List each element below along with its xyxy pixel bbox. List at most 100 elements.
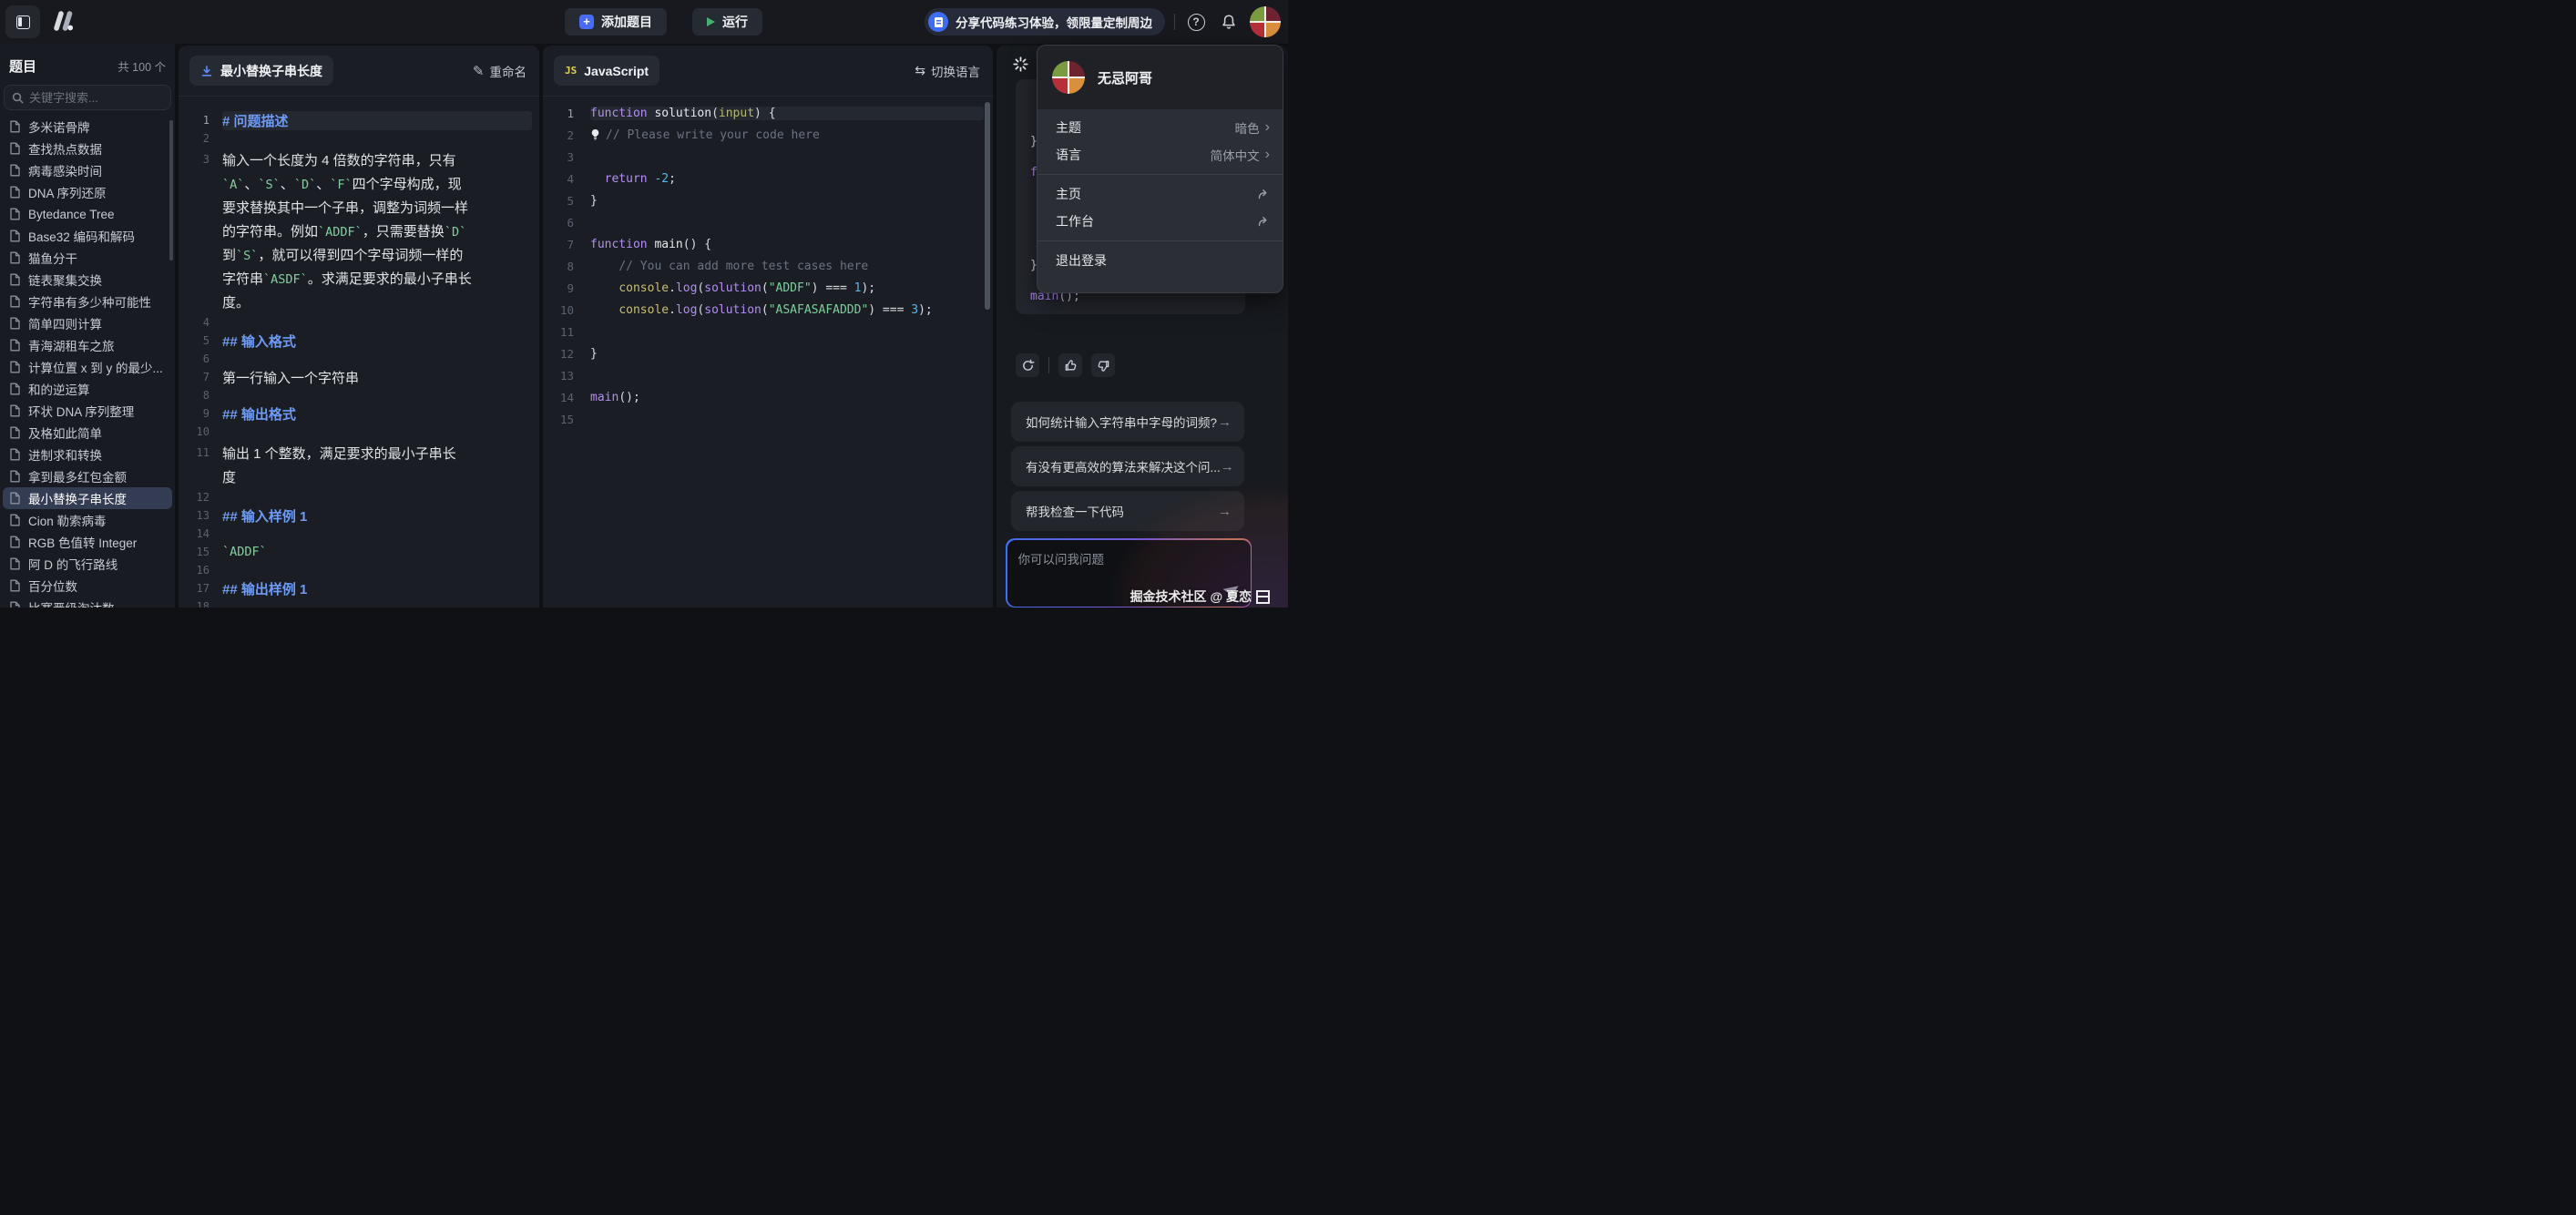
markdown-row: 4: [179, 313, 539, 332]
regenerate-button[interactable]: [1016, 353, 1039, 377]
code-row: 12}: [543, 342, 993, 364]
line-number: 7: [179, 371, 222, 383]
markdown-segment: 。求满足要求的最小子串长: [308, 271, 472, 287]
suggestion-chip-label: 有没有更高效的算法来解决这个问...: [1026, 457, 1221, 475]
run-button[interactable]: 运行: [692, 8, 762, 36]
dropdown-link-workbench[interactable]: 工作台: [1038, 208, 1283, 235]
suggestion-chip[interactable]: 有没有更高效的算法来解决这个问...→: [1011, 446, 1244, 486]
sidebar-item[interactable]: 环状 DNA 序列整理: [0, 400, 175, 422]
promo-banner[interactable]: 分享代码练习体验，领限量定制周边: [925, 8, 1165, 36]
markdown-segment: 、: [316, 177, 330, 192]
suggestion-chip[interactable]: 帮我检查一下代码→: [1011, 491, 1244, 531]
dropdown-link-home[interactable]: 主页: [1038, 180, 1283, 208]
sidebar-item[interactable]: Base32 编码和解码: [0, 225, 175, 247]
line-number: 8: [179, 389, 222, 402]
markdown-row: 16: [179, 561, 539, 579]
code-segment: [590, 260, 618, 273]
plus-icon: +: [579, 15, 594, 29]
sidebar-item-label: Bytedance Tree: [28, 208, 115, 221]
code-segment: "ASAFASAFADDD": [769, 303, 869, 317]
file-icon: [9, 339, 21, 352]
swap-arrows-icon: ⇆: [915, 63, 925, 78]
sidebar-item-label: 简单四则计算: [28, 314, 102, 332]
sidebar-item[interactable]: Cion 勒索病毒: [0, 509, 175, 531]
thumbs-up-icon: [1064, 359, 1078, 373]
sidebar-scrollbar[interactable]: [169, 120, 173, 260]
sidebar-item[interactable]: 青海湖租车之旅: [0, 334, 175, 356]
sidebar-item-label: 字符串有多少种可能性: [28, 292, 151, 311]
editor-scrollbar[interactable]: [985, 102, 990, 310]
sidebar-item[interactable]: 链表聚集交换: [0, 269, 175, 291]
line-number: 5: [543, 194, 590, 208]
sidebar-item[interactable]: 简单四则计算: [0, 312, 175, 334]
code-row: 13: [543, 364, 993, 386]
suggestion-chip-label: 如何统计输入字符串中字母的词频?: [1026, 413, 1217, 431]
bell-icon: [1220, 13, 1238, 31]
markdown-segment: `F`: [330, 178, 352, 192]
markdown-segment: ，只需要替换: [363, 224, 445, 240]
sidebar-item[interactable]: 阿 D 的飞行路线: [0, 553, 175, 575]
code-segment: console: [618, 281, 669, 295]
code-row: 2// Please write your code here: [543, 124, 993, 146]
line-number: 4: [543, 172, 590, 186]
sidebar-item[interactable]: Bytedance Tree: [0, 203, 175, 225]
notifications-button[interactable]: [1217, 10, 1241, 34]
problem-markdown-editor[interactable]: 1# 问题描述23输入一个长度为 4 倍数的字符串，只有`A`、`S`、`D`、…: [179, 97, 539, 608]
dropdown-setting-label: 语言: [1056, 146, 1081, 164]
help-button[interactable]: ?: [1184, 10, 1208, 34]
sidebar-item[interactable]: 字符串有多少种可能性: [0, 291, 175, 312]
sidebar-item[interactable]: 拿到最多红包金额: [0, 465, 175, 487]
arrow-right-icon: →: [1218, 414, 1232, 430]
language-tab[interactable]: JS JavaScript: [554, 56, 659, 86]
code-row: 6: [543, 211, 993, 233]
sidebar-item[interactable]: 及格如此简单: [0, 422, 175, 444]
dropdown-logout[interactable]: 退出登录: [1038, 247, 1283, 274]
sidebar-item[interactable]: 查找热点数据: [0, 138, 175, 159]
markdown-segment: 字符串: [222, 271, 263, 287]
sidebar-item[interactable]: RGB 色值转 Integer: [0, 531, 175, 553]
sidebar-item-selected[interactable]: 最小替换子串长度: [3, 487, 172, 509]
code-segment: function: [590, 107, 654, 120]
sidebar-toggle-button[interactable]: [5, 5, 40, 38]
markdown-segment: ## 输出样例 1: [222, 582, 307, 597]
thumbs-up-button[interactable]: [1058, 353, 1082, 377]
sidebar-item[interactable]: 病毒感染时间: [0, 159, 175, 181]
code-line: }: [590, 194, 984, 208]
sidebar-item[interactable]: 比赛晋级淘汰数: [0, 597, 175, 608]
sidebar-item-label: 及格如此简单: [28, 424, 102, 442]
dropdown-setting-language[interactable]: 语言简体中文›: [1038, 141, 1283, 168]
code-segment: console: [618, 303, 669, 317]
switch-language-button[interactable]: ⇆ 切换语言: [915, 62, 980, 80]
dropdown-setting-theme[interactable]: 主题暗色›: [1038, 114, 1283, 141]
sidebar-item[interactable]: 多米诺骨牌: [0, 116, 175, 138]
sidebar-item[interactable]: 计算位置 x 到 y 的最少...: [0, 356, 175, 378]
sidebar-item[interactable]: 猫鱼分干: [0, 247, 175, 269]
thumbs-down-button[interactable]: [1091, 353, 1115, 377]
user-avatar[interactable]: [1250, 6, 1281, 37]
sidebar-item[interactable]: 百分位数: [0, 575, 175, 597]
code-segment: log: [676, 281, 697, 295]
markdown-segment: `ASDF`: [263, 272, 308, 287]
code-row: 7function main() {: [543, 233, 993, 255]
sidebar-item[interactable]: 和的逆运算: [0, 378, 175, 400]
search-input[interactable]: [29, 91, 163, 105]
pencil-icon: ✎: [473, 63, 485, 79]
code-row: 15: [543, 408, 993, 430]
problem-tab[interactable]: 最小替换子串长度: [189, 56, 333, 86]
markdown-segment: 四个字母构成，现: [353, 177, 462, 192]
language-name: JavaScript: [584, 64, 649, 78]
sidebar-item[interactable]: DNA 序列还原: [0, 181, 175, 203]
rename-button[interactable]: ✎ 重命名: [473, 62, 526, 80]
sidebar-item[interactable]: 进制求和转换: [0, 444, 175, 465]
line-number: 15: [179, 546, 222, 558]
suggestion-chip-label: 帮我检查一下代码: [1026, 502, 1124, 520]
code-panel: JS JavaScript ⇆ 切换语言 1function solution(…: [543, 46, 993, 608]
code-segment: input: [719, 107, 754, 120]
dropdown-avatar: [1052, 61, 1085, 94]
markdown-row: 7第一行输入一个字符串: [179, 368, 539, 386]
code-editor[interactable]: 1function solution(input) {2// Please wr…: [543, 97, 993, 430]
sidebar-item-label: 计算位置 x 到 y 的最少...: [28, 358, 163, 376]
suggestion-chip[interactable]: 如何统计输入字符串中字母的词频?→: [1011, 402, 1244, 442]
markdown-line: 度。: [222, 292, 532, 311]
add-problem-button[interactable]: + 添加题目: [565, 8, 667, 36]
